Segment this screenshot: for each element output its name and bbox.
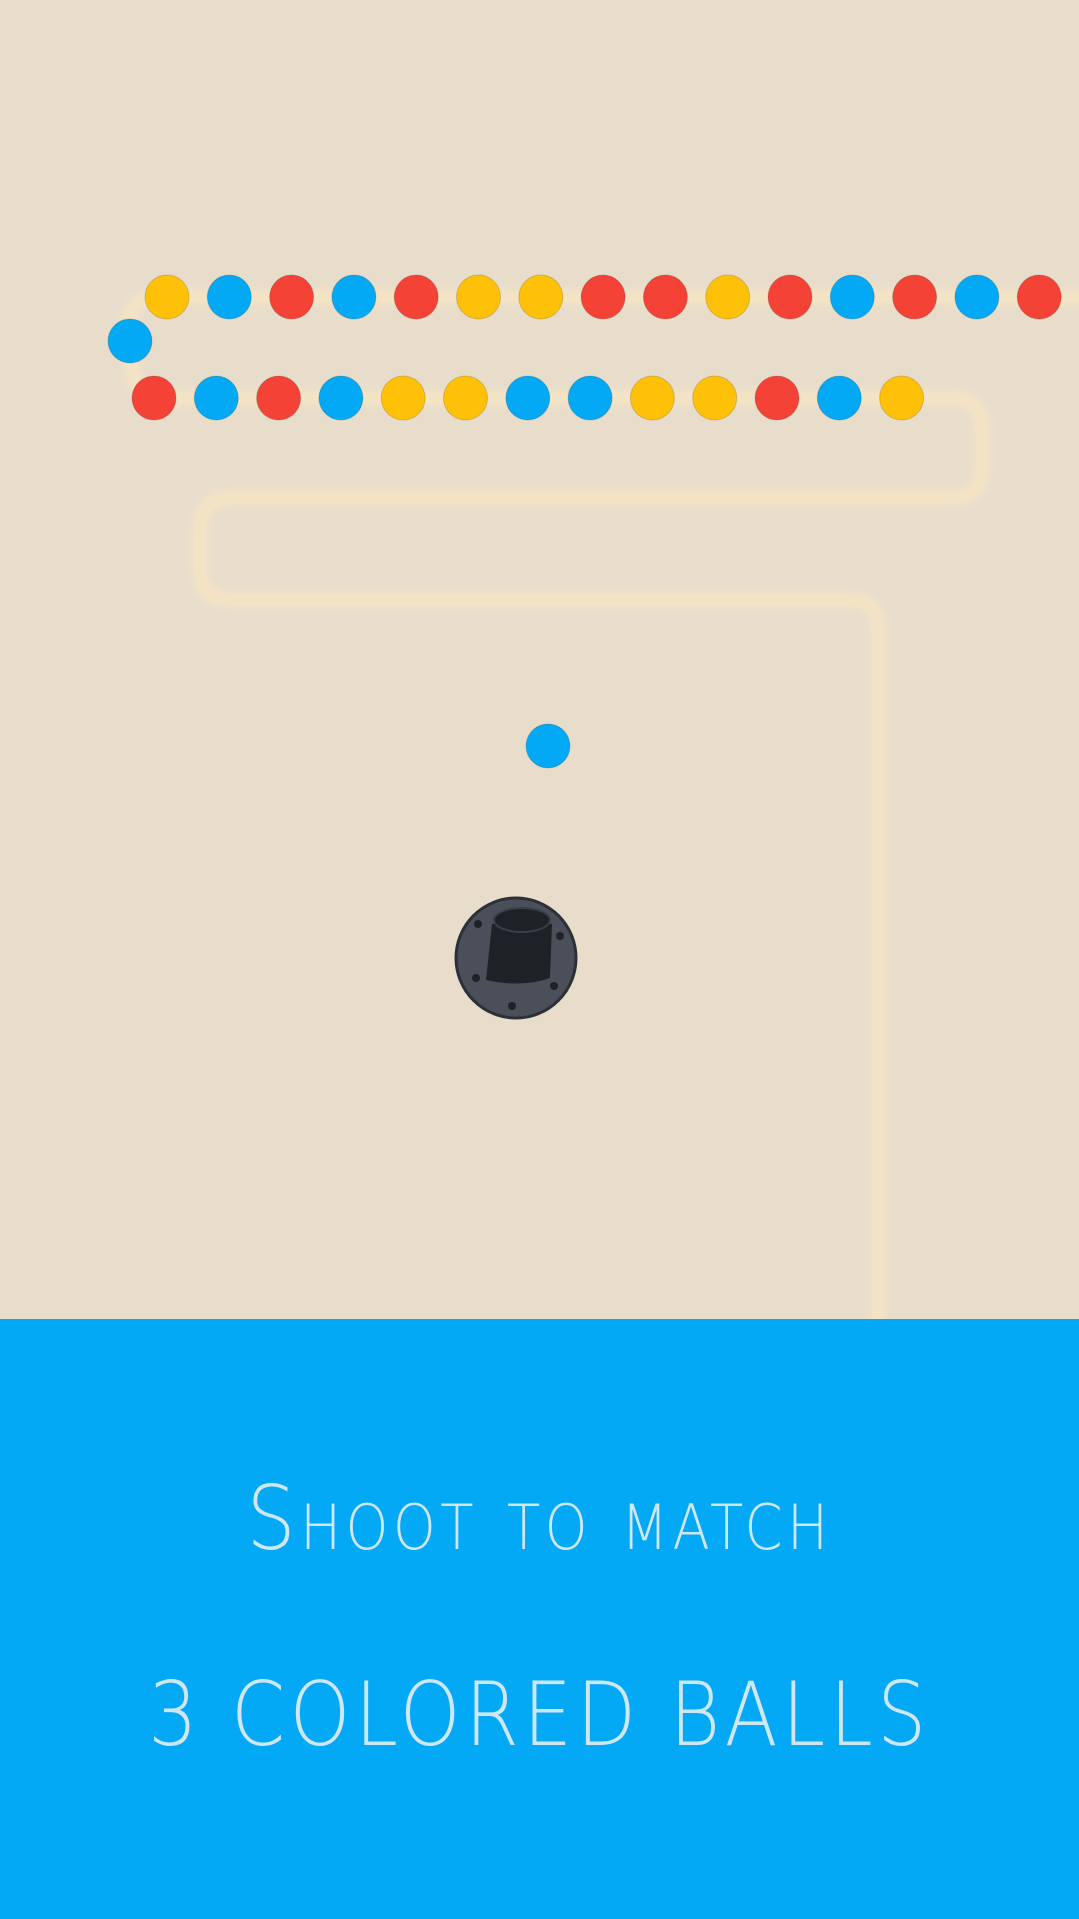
chain-ball-top-4 xyxy=(393,274,439,320)
chain-ball-top-1 xyxy=(206,274,252,320)
chain-ball-bottom-9 xyxy=(692,375,738,421)
chain-ball-top-13 xyxy=(954,274,1000,320)
chain-ball-top-0 xyxy=(144,274,190,320)
board-canvas[interactable] xyxy=(0,0,1079,1319)
chain-ball-top-8 xyxy=(642,274,688,320)
chain-ball-bottom-5 xyxy=(443,375,488,421)
caption-line-1: Shoot to match xyxy=(246,1467,833,1570)
chain-ball-bottom-6 xyxy=(505,375,551,421)
caption-line-2: 3 COLORED BALLS xyxy=(148,1663,931,1766)
chain-ball-top-3 xyxy=(331,274,377,320)
chain-ball-top-6 xyxy=(518,274,564,320)
chain-ball-bottom-4 xyxy=(380,375,426,421)
chain-ball-top-12 xyxy=(892,274,938,320)
chain-ball-bottom-12 xyxy=(879,375,925,421)
board-background xyxy=(0,0,1079,1319)
chain-ball-bottom-10 xyxy=(754,375,800,421)
chain-ball-bottom-1 xyxy=(193,375,239,421)
cannon-icon[interactable] xyxy=(454,896,578,1020)
chain-ball-bottom-11 xyxy=(816,375,862,421)
chain-ball-top-9 xyxy=(705,274,751,320)
chain-ball-top-5 xyxy=(456,274,501,320)
game-board[interactable] xyxy=(0,0,1079,1319)
tutorial-banner: Shoot to match 3 COLORED BALLS xyxy=(0,1319,1079,1919)
chain-ball-top-7 xyxy=(580,274,626,320)
chain-ball-bottom-7 xyxy=(567,375,613,421)
chain-ball-bottom-3 xyxy=(318,375,364,421)
chain-ball-bottom-8 xyxy=(629,375,675,421)
chain-ball-top-10 xyxy=(767,274,813,320)
chain-ball-bottom-0 xyxy=(131,375,177,421)
chain-ball-bottom-2 xyxy=(256,375,302,421)
chain-ball-top-14 xyxy=(1016,274,1062,320)
chain-ball-top-2 xyxy=(269,274,315,320)
chain-ball-turn xyxy=(107,318,153,364)
chain-ball-top-11 xyxy=(829,274,875,320)
shot-ball xyxy=(525,723,571,769)
